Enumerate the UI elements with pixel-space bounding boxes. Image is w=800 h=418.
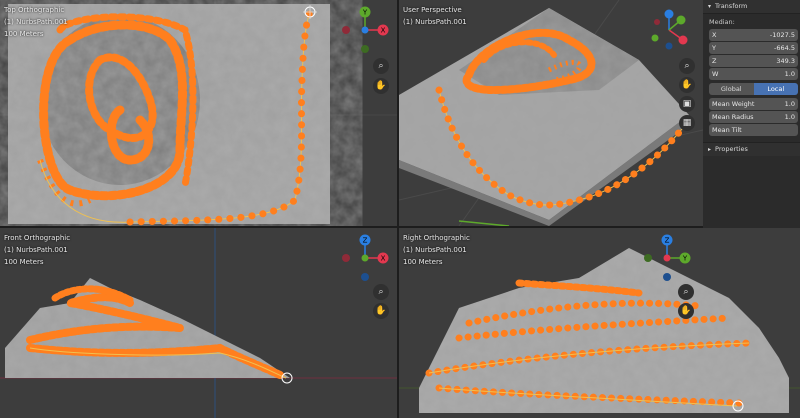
grid-scale-label: 100 Meters [4, 258, 44, 266]
mean-radius-field[interactable]: Mean Radius 1.0 [709, 111, 798, 123]
viewport-info: Top Orthographic (1) NurbsPath.001 100 M… [4, 4, 68, 40]
viewport-right-orthographic[interactable]: Right Orthographic (1) NurbsPath.001 100… [399, 228, 800, 418]
expand-icon: ▸ [708, 146, 712, 153]
viewport-title: Right Orthographic [403, 234, 470, 242]
gizmo-y-label: Y [682, 255, 688, 263]
gizmo-z-label: Z [665, 237, 670, 245]
grid-icon[interactable]: ▦ [679, 115, 695, 131]
gizmo-x-label: X [381, 27, 386, 35]
viewport-info: Front Orthographic (1) NurbsPath.001 100… [4, 232, 70, 268]
viewport-front-orthographic[interactable]: Front Orthographic (1) NurbsPath.001 100… [0, 228, 397, 418]
gizmo-z-axis[interactable] [664, 9, 674, 19]
sidebar-panel: ▾ Transform Median: X -1027.5 Y -664.5 Z 349… [703, 0, 800, 228]
hand-icon[interactable]: ✋ [678, 303, 694, 319]
grid-scale-label: 100 Meters [403, 258, 443, 266]
viewport-divider-vertical[interactable] [397, 0, 399, 418]
gizmo-neg-x-axis[interactable] [342, 254, 350, 262]
gizmo-neg-x-axis[interactable] [654, 19, 660, 25]
transform-title: Transform [715, 2, 748, 10]
global-button[interactable]: Global [709, 83, 754, 95]
field-value: 1.0 [784, 70, 795, 78]
zoom-icon[interactable]: ⌕ [373, 284, 389, 300]
gizmo-x-axis[interactable] [678, 35, 688, 45]
gizmo-z-label: Z [363, 237, 368, 245]
zoom-icon[interactable]: ⌕ [373, 58, 389, 74]
gizmo-neg-z-axis[interactable] [361, 273, 369, 281]
gizmo-y-axis[interactable] [361, 254, 369, 262]
viewport-info: User Perspective (1) NurbsPath.001 [403, 4, 467, 28]
gizmo-z-axis[interactable] [361, 26, 369, 34]
gizmo-neg-z-axis[interactable] [663, 273, 671, 281]
field-label: Y [712, 44, 716, 52]
gizmo-neg-z-axis[interactable] [665, 42, 673, 50]
viewport-title: Front Orthographic [4, 234, 71, 242]
field-value: 1.0 [784, 100, 795, 108]
active-object-label: (1) NurbsPath.001 [403, 18, 467, 26]
field-value: 1.0 [784, 113, 795, 121]
median-label: Median: [709, 18, 735, 26]
field-label: Mean Weight [712, 100, 755, 108]
gizmo-neg-y-axis[interactable] [361, 45, 369, 53]
mean-tilt-field[interactable]: Mean Tilt [709, 124, 798, 136]
collapse-icon: ▾ [708, 3, 712, 10]
field-label: Mean Tilt [712, 126, 742, 134]
field-value: 349.3 [776, 57, 795, 65]
active-object-label: (1) NurbsPath.001 [403, 246, 467, 254]
mean-weight-field[interactable]: Mean Weight 1.0 [709, 98, 798, 110]
median-x-field[interactable]: X -1027.5 [709, 29, 798, 41]
hand-icon[interactable]: ✋ [373, 78, 389, 94]
field-value: -664.5 [774, 44, 795, 52]
median-w-field[interactable]: W 1.0 [709, 68, 798, 80]
navigation-gizmo[interactable]: Y X [341, 4, 389, 56]
transform-panel-header[interactable]: ▾ Transform [703, 0, 800, 14]
field-label: W [712, 70, 719, 78]
navigation-gizmo[interactable]: Z X [341, 232, 389, 284]
viewport-title: User Perspective [403, 6, 462, 14]
hand-icon[interactable]: ✋ [679, 77, 695, 93]
gizmo-x-axis[interactable] [663, 254, 671, 262]
field-label: Mean Radius [712, 113, 754, 121]
local-button[interactable]: Local [753, 83, 798, 95]
active-object-label: (1) NurbsPath.001 [4, 246, 68, 254]
space-toggle: Global Local [709, 83, 798, 95]
navigation-gizmo[interactable]: Z Y [643, 232, 691, 284]
gizmo-neg-x-axis[interactable] [342, 26, 350, 34]
zoom-icon[interactable]: ⌕ [678, 284, 694, 300]
active-object-label: (1) NurbsPath.001 [4, 18, 68, 26]
camera-icon[interactable]: ▣ [679, 96, 695, 112]
gizmo-neg-y-axis[interactable] [644, 254, 652, 262]
field-label: Z [712, 57, 717, 65]
properties-panel-header[interactable]: ▸ Properties [703, 142, 800, 156]
viewport-divider-horizontal[interactable] [0, 226, 800, 228]
field-label: X [712, 31, 717, 39]
navigation-gizmo[interactable] [647, 8, 695, 52]
field-value: -1027.5 [769, 31, 795, 39]
properties-title: Properties [715, 145, 748, 153]
viewport-info: Right Orthographic (1) NurbsPath.001 100… [403, 232, 470, 268]
viewport-top-orthographic[interactable]: Top Orthographic (1) NurbsPath.001 100 M… [0, 0, 397, 226]
median-z-field[interactable]: Z 349.3 [709, 55, 798, 67]
gizmo-y-label: Y [362, 9, 368, 17]
grid-scale-label: 100 Meters [4, 30, 44, 38]
gizmo-neg-y-axis[interactable] [651, 34, 659, 42]
hand-icon[interactable]: ✋ [373, 303, 389, 319]
viewport-title: Top Orthographic [4, 6, 65, 14]
zoom-icon[interactable]: ⌕ [679, 58, 695, 74]
viewport-user-perspective[interactable]: User Perspective (1) NurbsPath.001 ⌕ ✋ ▣… [399, 0, 703, 226]
median-y-field[interactable]: Y -664.5 [709, 42, 798, 54]
gizmo-y-axis[interactable] [676, 15, 686, 25]
gizmo-x-label: X [381, 255, 386, 263]
